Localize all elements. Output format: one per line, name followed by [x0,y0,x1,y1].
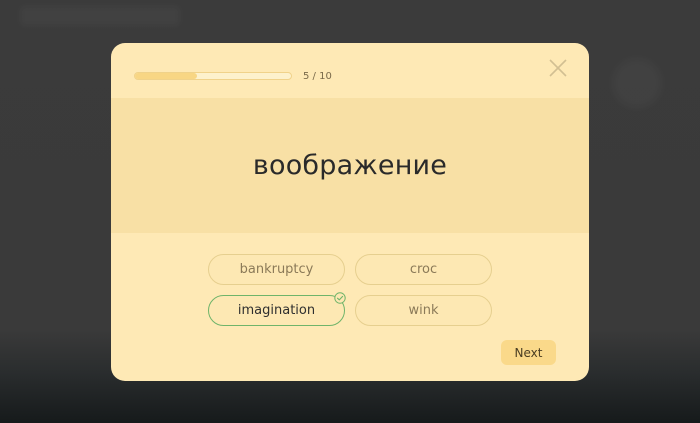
answer-label: bankruptcy [239,262,314,277]
background-blurred-text [20,6,180,26]
progress-counter: 5 / 10 [303,71,332,82]
close-button[interactable] [547,57,569,79]
answer-option-croc[interactable]: croc [355,254,492,285]
progress-bar-fill [135,73,198,79]
progress-bar [134,72,292,80]
answer-option-wink[interactable]: wink [355,295,492,326]
next-button[interactable]: Next [501,340,556,365]
answer-label: croc [409,262,438,277]
background-blurred-avatar [612,58,662,108]
answer-label: wink [408,303,439,318]
answer-option-bankruptcy[interactable]: bankruptcy [208,254,345,285]
word-panel: воображение [111,98,589,233]
quiz-word: воображение [252,150,448,181]
check-circle-icon [334,292,346,304]
answer-label: imagination [237,303,316,318]
close-icon [549,59,567,77]
answer-option-imagination[interactable]: imagination [208,292,346,326]
quiz-modal: 5 / 10 воображение bankruptcy croc imagi… [111,43,589,381]
